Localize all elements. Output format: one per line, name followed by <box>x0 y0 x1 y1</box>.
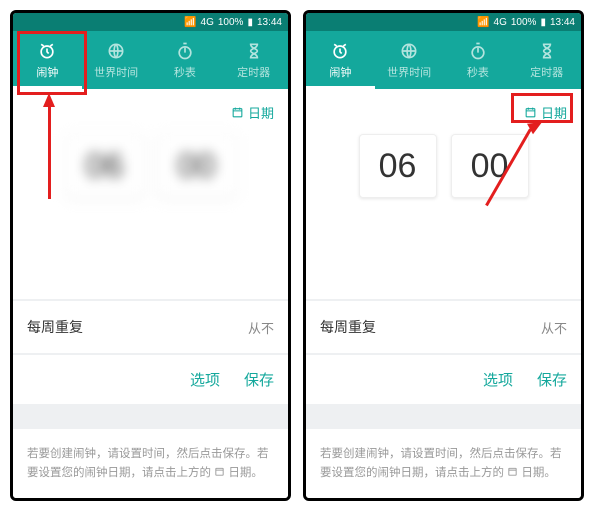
calendar-icon <box>231 106 244 119</box>
date-button[interactable]: 日期 <box>27 99 274 126</box>
hint-line2: 要设置您的闹钟日期，请点击上方的 <box>320 467 504 479</box>
net-label: 4G <box>201 17 214 28</box>
hourglass-icon <box>537 41 557 61</box>
tab-stopwatch-label: 秒表 <box>174 64 196 80</box>
repeat-label: 每周重复 <box>320 317 376 337</box>
battery-icon: ▮ <box>540 17 546 28</box>
repeat-row[interactable]: 每周重复 从不 <box>306 299 581 353</box>
action-row: 选项 保存 <box>306 353 581 404</box>
clock-label: 13:44 <box>257 17 282 28</box>
stopwatch-icon <box>175 41 195 61</box>
time-picker[interactable]: 06 00 <box>320 134 567 198</box>
date-button[interactable]: 日期 <box>320 99 567 126</box>
minute-value[interactable]: 00 <box>451 134 529 198</box>
repeat-row[interactable]: 每周重复 从不 <box>13 299 288 353</box>
net-label: 4G <box>494 17 507 28</box>
hour-value[interactable]: 06 <box>359 134 437 198</box>
signal-icon: 📶 <box>184 17 196 28</box>
tab-stopwatch[interactable]: 秒表 <box>444 31 513 89</box>
options-button[interactable]: 选项 <box>483 369 513 390</box>
calendar-icon <box>524 106 537 119</box>
save-button[interactable]: 保存 <box>537 369 567 390</box>
repeat-value: 从不 <box>248 318 274 337</box>
save-button[interactable]: 保存 <box>244 369 274 390</box>
repeat-label: 每周重复 <box>27 317 83 337</box>
content-area: 日期 06 00 <box>13 89 288 299</box>
tab-world[interactable]: 世界时间 <box>82 31 151 89</box>
date-label: 日期 <box>541 103 567 122</box>
time-picker[interactable]: 06 00 <box>27 134 274 198</box>
alarm-icon <box>37 41 57 61</box>
hint-text: 若要创建闹钟，请设置时间，然后点击保存。若 要设置您的闹钟日期，请点击上方的 日… <box>306 427 581 498</box>
stopwatch-icon <box>468 41 488 61</box>
hourglass-icon <box>244 41 264 61</box>
tab-stopwatch-label: 秒表 <box>467 64 489 80</box>
hint-line1: 若要创建闹钟，请设置时间，然后点击保存。若 <box>27 448 269 460</box>
status-bar: 📶 4G 100% ▮ 13:44 <box>306 13 581 31</box>
status-bar: 📶 4G 100% ▮ 13:44 <box>13 13 288 31</box>
battery-label: 100% <box>218 17 244 28</box>
repeat-value: 从不 <box>541 318 567 337</box>
hint-line2: 要设置您的闹钟日期，请点击上方的 <box>27 467 211 479</box>
globe-icon <box>106 41 126 61</box>
calendar-icon-inline <box>507 466 518 477</box>
tab-alarm-label: 闹钟 <box>36 64 58 80</box>
globe-icon <box>399 41 419 61</box>
tab-timer[interactable]: 定时器 <box>219 31 288 89</box>
hour-value[interactable]: 06 <box>66 134 144 198</box>
hint-text: 若要创建闹钟，请设置时间，然后点击保存。若 要设置您的闹钟日期，请点击上方的 日… <box>13 427 288 498</box>
date-label: 日期 <box>248 103 274 122</box>
clock-label: 13:44 <box>550 17 575 28</box>
options-button[interactable]: 选项 <box>190 369 220 390</box>
tab-bar: 闹钟 世界时间 秒表 定时器 <box>306 31 581 89</box>
tab-timer-label: 定时器 <box>530 64 563 80</box>
battery-icon: ▮ <box>247 17 253 28</box>
tab-world[interactable]: 世界时间 <box>375 31 444 89</box>
tab-bar: 闹钟 世界时间 秒表 定时器 <box>13 31 288 89</box>
action-row: 选项 保存 <box>13 353 288 404</box>
tab-world-label: 世界时间 <box>94 64 138 80</box>
tab-alarm-label: 闹钟 <box>329 64 351 80</box>
calendar-icon-inline <box>214 466 225 477</box>
hint-line1: 若要创建闹钟，请设置时间，然后点击保存。若 <box>320 448 562 460</box>
tab-alarm[interactable]: 闹钟 <box>306 31 375 89</box>
hint-icon-label: 日期。 <box>521 467 556 479</box>
minute-value[interactable]: 00 <box>158 134 236 198</box>
hint-icon-label: 日期。 <box>228 467 263 479</box>
alarm-icon <box>330 41 350 61</box>
content-area: 日期 06 00 <box>306 89 581 299</box>
phone-right: 📶 4G 100% ▮ 13:44 闹钟 世界时间 秒表 定时器 日期 06 <box>303 10 584 501</box>
tab-world-label: 世界时间 <box>387 64 431 80</box>
signal-icon: 📶 <box>477 17 489 28</box>
phone-left: 📶 4G 100% ▮ 13:44 闹钟 世界时间 秒表 定时器 日期 06 <box>10 10 291 501</box>
tab-timer[interactable]: 定时器 <box>512 31 581 89</box>
tab-alarm[interactable]: 闹钟 <box>13 31 82 89</box>
tab-stopwatch[interactable]: 秒表 <box>151 31 220 89</box>
tab-timer-label: 定时器 <box>237 64 270 80</box>
battery-label: 100% <box>511 17 537 28</box>
